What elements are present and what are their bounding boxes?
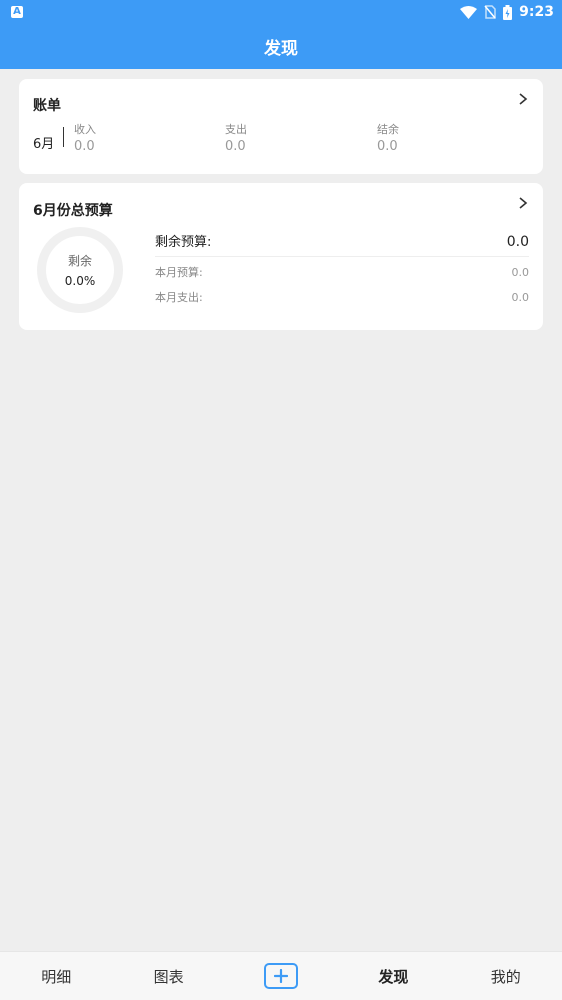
month-budget-value: 0.0 xyxy=(511,266,530,279)
page-title: 发现 xyxy=(264,39,298,59)
bill-card[interactable]: 账单 6月 收入 0.0 支出 0.0 结余 0.0 xyxy=(19,79,543,174)
remaining-budget-value: 0.0 xyxy=(506,234,529,250)
nav-item-add[interactable] xyxy=(225,952,337,1000)
chevron-right-icon[interactable] xyxy=(517,91,529,105)
month-budget-row: 本月预算: 0.0 xyxy=(155,264,529,280)
status-bar: A 9:23 xyxy=(0,0,562,24)
chevron-right-icon[interactable] xyxy=(517,195,529,209)
nav-item-discover[interactable]: 发现 xyxy=(337,952,449,1000)
add-icon[interactable] xyxy=(263,963,298,989)
status-right: 9:23 xyxy=(460,4,554,20)
remaining-budget-label: 剩余预算: xyxy=(155,235,212,250)
ring-label: 剩余 xyxy=(67,254,92,268)
bill-card-title: 账单 xyxy=(33,98,61,114)
budget-remaining-ring: 剩余 0.0% xyxy=(37,227,123,313)
balance-value: 0.0 xyxy=(377,139,398,154)
month-divider xyxy=(63,127,64,147)
nav-item-charts[interactable]: 图表 xyxy=(112,952,224,1000)
bottom-nav: 明细 图表 发现 我的 xyxy=(0,951,562,1000)
ring-percent: 0.0% xyxy=(64,274,96,288)
wifi-icon xyxy=(460,5,478,19)
nav-item-details[interactable]: 明细 xyxy=(0,952,112,1000)
month-expense-value: 0.0 xyxy=(511,291,530,304)
nav-item-mine[interactable]: 我的 xyxy=(450,952,562,1000)
budget-card-title: 6月份总预算 xyxy=(33,203,113,219)
budget-card[interactable]: 6月份总预算 剩余 0.0% 剩余预算: 0.0 本月预算: 0.0 本月支出:… xyxy=(19,183,543,330)
month-expense-label: 本月支出: xyxy=(155,291,203,304)
bill-month-label: 6月 xyxy=(33,137,55,152)
expense-value: 0.0 xyxy=(225,139,246,154)
month-budget-label: 本月预算: xyxy=(155,266,203,279)
battery-icon xyxy=(503,4,513,20)
a-notification-icon: A xyxy=(11,6,23,18)
remaining-budget-row: 剩余预算: 0.0 xyxy=(155,231,529,257)
expense-label: 支出 xyxy=(225,123,247,136)
income-column: 收入 0.0 xyxy=(74,121,96,154)
balance-column: 结余 0.0 xyxy=(377,121,399,154)
no-sim-icon xyxy=(484,5,496,19)
month-expense-row: 本月支出: 0.0 xyxy=(155,289,529,305)
status-time: 9:23 xyxy=(519,4,554,20)
income-value: 0.0 xyxy=(74,139,95,154)
app-bar: 发现 xyxy=(0,24,562,69)
balance-label: 结余 xyxy=(377,123,399,136)
expense-column: 支出 0.0 xyxy=(225,121,247,154)
income-label: 收入 xyxy=(74,123,96,136)
status-left: A xyxy=(11,6,23,18)
